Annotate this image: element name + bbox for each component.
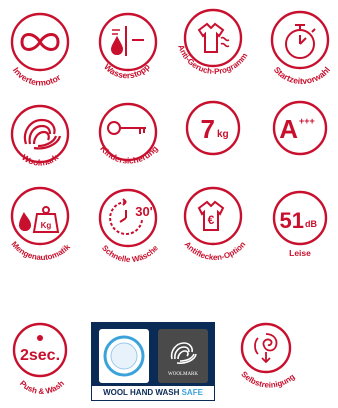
woolmark-brand: WOOLMARK <box>168 372 198 377</box>
energy-class-value: A <box>279 114 298 144</box>
feature-energy-class: A +++ <box>260 100 338 186</box>
feature-woolmark: Woolmark <box>4 100 82 186</box>
energy-class-icon: A +++ <box>279 114 315 144</box>
feature-kindersicherung: Kindersicherung <box>90 100 168 186</box>
leise-label: Leise <box>289 248 311 258</box>
feature-capacity: 7 kg <box>175 100 253 186</box>
wool-hand-wash-label: WOOL HAND WASH SAFE <box>92 386 214 400</box>
push-wash-icon: 2sec. <box>20 335 60 364</box>
push-wash-label: Push & Wash <box>18 379 66 396</box>
noise-unit: dB <box>305 219 317 229</box>
feature-schnelle-waesche: 30' Schnelle Wäsche <box>90 188 168 274</box>
key-icon <box>107 121 146 135</box>
wool-ball-icon <box>23 118 62 150</box>
timer-30-icon: 30' <box>109 198 153 235</box>
feature-selbstreinigung: Selbstreinigung <box>228 322 306 408</box>
woolmark-logo: WOOLMARK <box>158 329 208 383</box>
feature-mengenautomatik: Kg Mengenautomatik <box>4 186 82 274</box>
stain-shirt-icon: € <box>197 200 225 231</box>
timer-value: 30' <box>135 204 153 219</box>
svg-text:Kindersicherung: Kindersicherung <box>98 144 160 166</box>
wool-safe-label: SAFE <box>181 388 203 397</box>
water-drop-icon <box>110 26 144 56</box>
wasserstopp-label: Wasserstopp <box>102 62 152 81</box>
capacity-unit: kg <box>217 129 229 140</box>
kindersicherung-label: Kindersicherung <box>98 144 160 166</box>
energy-class-sup: +++ <box>299 116 315 126</box>
feature-antiflecken-option: € Antiflecken-Option <box>175 186 253 274</box>
push-wash-value: 2sec. <box>20 347 60 364</box>
svg-text:Wasserstopp: Wasserstopp <box>102 62 152 81</box>
svg-text:Woolmark: Woolmark <box>20 152 60 168</box>
self-clean-icon <box>254 333 278 364</box>
woolmark-label: Woolmark <box>20 152 60 168</box>
weight-icon: Kg <box>18 206 60 233</box>
infinity-icon <box>20 33 60 51</box>
feature-leise: 51 dB Leise <box>260 188 338 274</box>
wool-washing-icon <box>99 329 149 383</box>
feature-wasserstopp: Wasserstopp <box>90 8 168 94</box>
feature-push-wash: 2sec. Push & Wash <box>4 322 82 408</box>
svg-text:Push & Wash: Push & Wash <box>18 379 66 396</box>
feature-anti-geruch-programm: Anti-Geruch-Programm <box>175 8 253 94</box>
feature-invertermotor: Invertermotor <box>4 8 82 94</box>
noise-value: 51 <box>280 208 304 233</box>
weight-unit: Kg <box>41 221 52 230</box>
wool-hand-wash-badge: WOOLMARK WOOL HAND WASH SAFE <box>91 322 215 401</box>
noise-level-icon: 51 dB <box>280 208 318 233</box>
capacity-icon: 7 kg <box>201 114 229 144</box>
stopwatch-icon <box>285 24 316 59</box>
capacity-value: 7 <box>201 114 215 144</box>
svg-text:€: € <box>208 213 215 227</box>
feature-startzeitvorwahl: Startzeitvorwahl <box>260 8 338 94</box>
shirt-odor-icon <box>197 22 230 53</box>
